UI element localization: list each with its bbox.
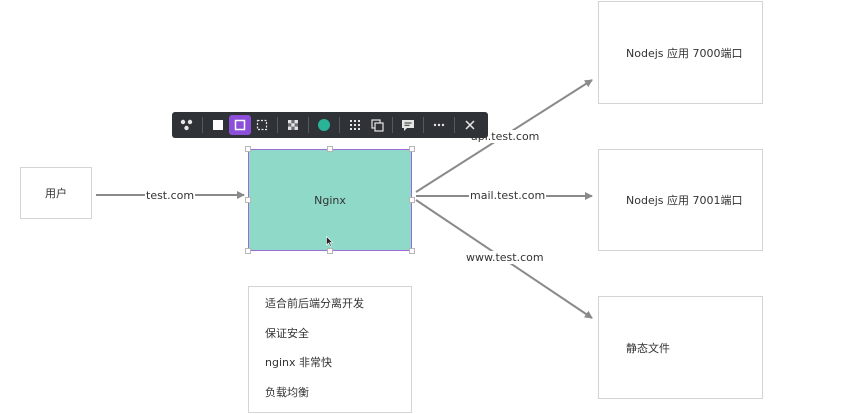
comment-icon[interactable] [397, 115, 419, 135]
notes-box[interactable]: 适合前后端分离开发 保证安全 nginx 非常快 负载均衡 [248, 286, 412, 413]
node-user[interactable]: 用户 [20, 167, 92, 219]
node-nodejs-7001-label: Nodejs 应用 7001端口 [626, 194, 743, 207]
edge-label-www-test-com: www.test.com [465, 251, 545, 264]
grid-dots-icon[interactable] [344, 115, 366, 135]
node-static-files[interactable]: 静态文件 [598, 296, 763, 399]
resize-handle-nw[interactable] [245, 146, 251, 152]
resize-handle-e[interactable] [409, 197, 415, 203]
close-icon[interactable] [459, 115, 481, 135]
node-nodejs-7000-label: Nodejs 应用 7000端口 [626, 46, 743, 60]
color-swatch-icon[interactable] [313, 115, 335, 135]
resize-handle-ne[interactable] [409, 146, 415, 152]
toolbar-separator [202, 117, 203, 133]
toolbar-separator [339, 117, 340, 133]
toolbar-separator [277, 117, 278, 133]
edge-label-mail-test-com: mail.test.com [469, 189, 547, 202]
edge-label-test-com: test.com [145, 189, 196, 202]
floating-toolbar [172, 112, 488, 138]
node-static-files-label: 静态文件 [626, 341, 670, 355]
resize-handle-se[interactable] [409, 248, 415, 254]
mouse-cursor-icon [326, 232, 334, 251]
transparency-icon[interactable] [282, 115, 304, 135]
toolbar-separator [454, 117, 455, 133]
fill-square-icon[interactable] [207, 115, 229, 135]
note-item: 保证安全 [265, 326, 309, 340]
toolbar-separator [308, 117, 309, 133]
more-icon[interactable] [428, 115, 450, 135]
resize-handle-sw[interactable] [245, 248, 251, 254]
node-nodejs-7000[interactable]: Nodejs 应用 7000端口 [598, 1, 763, 104]
dashed-square-icon[interactable] [251, 115, 273, 135]
outline-square-icon[interactable] [229, 115, 251, 135]
toolbar-separator [423, 117, 424, 133]
node-nginx-label: Nginx [314, 193, 346, 207]
duplicate-icon[interactable] [366, 115, 388, 135]
toolbar-separator [392, 117, 393, 133]
note-item: 适合前后端分离开发 [265, 297, 364, 310]
resize-handle-n[interactable] [327, 146, 333, 152]
note-item: nginx 非常快 [265, 356, 332, 369]
resize-handle-w[interactable] [245, 197, 251, 203]
shape-menu-icon[interactable] [176, 115, 198, 135]
node-nodejs-7001[interactable]: Nodejs 应用 7001端口 [598, 149, 763, 251]
note-item: 负载均衡 [265, 385, 309, 399]
node-user-label: 用户 [45, 187, 67, 200]
